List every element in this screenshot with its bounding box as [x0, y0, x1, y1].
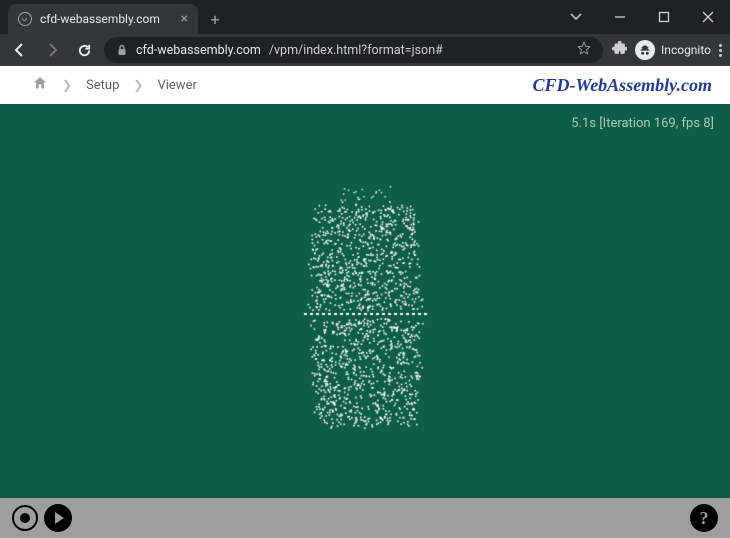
browser-titlebar: cfd-webassembly.com × +: [0, 0, 730, 34]
minimize-button[interactable]: [598, 0, 642, 34]
globe-icon: [18, 12, 32, 26]
close-window-button[interactable]: [686, 0, 730, 34]
simulation-viewport[interactable]: 5.1s [Iteration 169, fps 8]: [0, 104, 730, 498]
browser-tab[interactable]: cfd-webassembly.com ×: [8, 4, 198, 34]
breadcrumb-setup[interactable]: Setup: [86, 78, 119, 93]
footer-toolbar: ?: [0, 498, 730, 538]
breadcrumb-viewer[interactable]: Viewer: [157, 78, 196, 93]
incognito-label: Incognito: [661, 43, 711, 57]
brand-logo[interactable]: CFD-WebAssembly.com: [533, 75, 712, 96]
record-button[interactable]: [12, 505, 38, 531]
extensions-icon[interactable]: [611, 40, 627, 60]
reload-button[interactable]: [72, 38, 96, 62]
chevron-right-icon: ❯: [62, 78, 72, 92]
url-path: /vpm/index.html?format=json#: [269, 43, 443, 58]
menu-button[interactable]: [719, 44, 722, 57]
page-header: ❯ Setup ❯ Viewer CFD-WebAssembly.com: [0, 66, 730, 104]
back-button[interactable]: [8, 38, 32, 62]
address-bar[interactable]: cfd-webassembly.com/vpm/index.html?forma…: [104, 37, 603, 63]
record-icon: [20, 513, 30, 523]
forward-button[interactable]: [40, 38, 64, 62]
particle-canvas: [0, 104, 730, 498]
play-icon: [55, 512, 64, 524]
incognito-icon: [635, 40, 655, 60]
help-icon: ?: [700, 508, 709, 529]
chevron-down-icon[interactable]: [554, 0, 598, 34]
incognito-indicator[interactable]: Incognito: [635, 40, 711, 60]
close-icon[interactable]: ×: [181, 12, 188, 26]
url-host: cfd-webassembly.com: [136, 43, 261, 58]
play-button[interactable]: [44, 504, 72, 532]
browser-toolbar: cfd-webassembly.com/vpm/index.html?forma…: [0, 34, 730, 66]
star-icon[interactable]: [577, 41, 591, 59]
chevron-right-icon: ❯: [133, 78, 143, 92]
home-icon[interactable]: [32, 75, 48, 95]
breadcrumb: ❯ Setup ❯ Viewer: [32, 75, 197, 95]
lock-icon: [116, 44, 128, 56]
tab-title: cfd-webassembly.com: [40, 12, 160, 26]
new-tab-button[interactable]: +: [202, 6, 228, 32]
help-button[interactable]: ?: [690, 504, 718, 532]
maximize-button[interactable]: [642, 0, 686, 34]
window-controls: [554, 0, 730, 34]
